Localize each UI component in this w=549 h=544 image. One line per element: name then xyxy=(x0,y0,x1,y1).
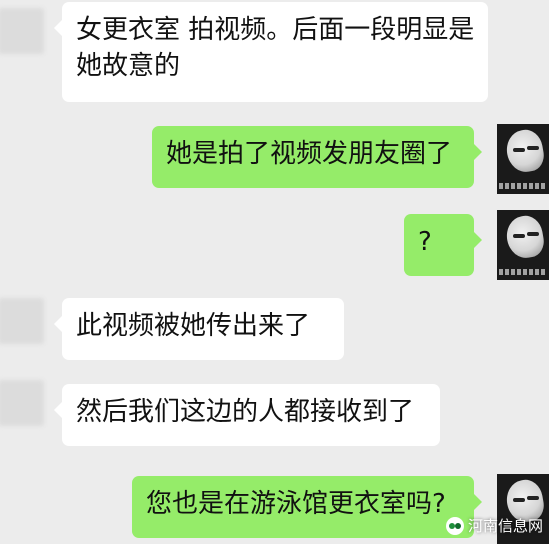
message-text: ? xyxy=(418,227,432,257)
contact-avatar[interactable] xyxy=(0,298,44,344)
message-text: 她是拍了视频发朋友圈了 xyxy=(166,139,453,169)
message-text: 此视频被她传出来了 xyxy=(76,311,311,341)
contact-avatar[interactable] xyxy=(0,380,44,426)
message-bubble-outgoing[interactable]: ? xyxy=(404,214,482,276)
user-avatar[interactable] xyxy=(497,210,549,280)
message-bubble-incoming[interactable]: 然后我们这边的人都接收到了 xyxy=(54,384,440,446)
message-text: 她故意的 xyxy=(76,51,181,81)
contact-avatar[interactable] xyxy=(0,8,44,54)
message-bubble-outgoing[interactable]: 您也是在游泳馆更衣室吗? xyxy=(132,476,482,538)
message-text: 然后我们这边的人都接收到了 xyxy=(76,397,415,427)
message-bubble-incoming[interactable]: 女更衣室 拍视频。后面一段明显是 她故意的 xyxy=(54,2,488,102)
user-avatar[interactable] xyxy=(497,124,549,194)
watermark: 河南信息网 xyxy=(445,515,543,536)
message-text: 女更衣室 拍视频。后面一段明显是 xyxy=(76,15,475,45)
message-bubble-outgoing[interactable]: 她是拍了视频发朋友圈了 xyxy=(152,126,482,188)
watermark-text: 河南信息网 xyxy=(467,517,543,535)
wechat-icon xyxy=(445,516,464,535)
message-bubble-incoming[interactable]: 此视频被她传出来了 xyxy=(54,298,344,360)
message-text: 您也是在游泳馆更衣室吗? xyxy=(146,489,446,519)
